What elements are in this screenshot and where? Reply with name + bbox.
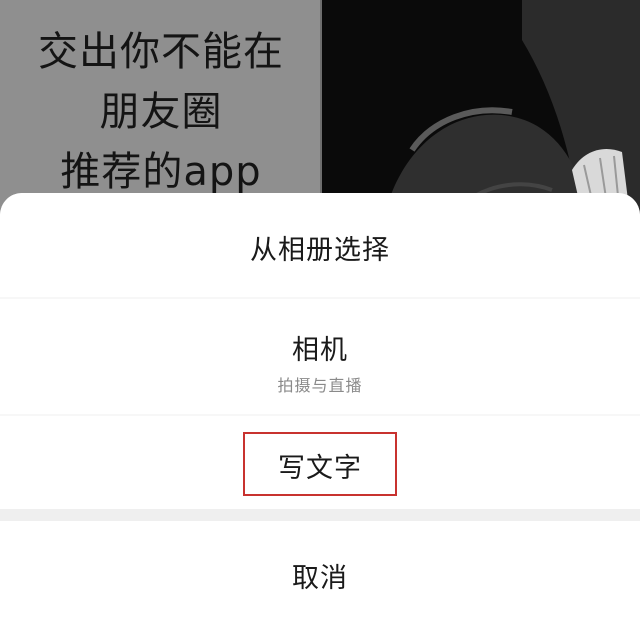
camera-sublabel: 拍摄与直播: [277, 376, 363, 395]
screen: 交出你不能在 朋友圈 推荐的app 从相册选择 相机 拍摄与直播 写文字 取消: [0, 0, 640, 622]
camera-button[interactable]: 相机 拍摄与直播: [0, 299, 640, 414]
caption-line-1: 交出你不能在: [38, 29, 284, 75]
choose-from-album-label: 从相册选择: [250, 235, 390, 266]
choose-from-album-button[interactable]: 从相册选择: [0, 193, 640, 297]
action-sheet: 从相册选择 相机 拍摄与直播 写文字 取消: [0, 193, 640, 622]
caption-line-2: 朋友圈: [99, 89, 223, 135]
cancel-label: 取消: [292, 563, 348, 594]
highlight-box: [243, 432, 397, 496]
sheet-separator: [0, 509, 640, 521]
post-image-caption: 交出你不能在 朋友圈 推荐的app: [0, 22, 322, 202]
camera-label: 相机: [292, 335, 348, 366]
cancel-button[interactable]: 取消: [0, 521, 640, 622]
